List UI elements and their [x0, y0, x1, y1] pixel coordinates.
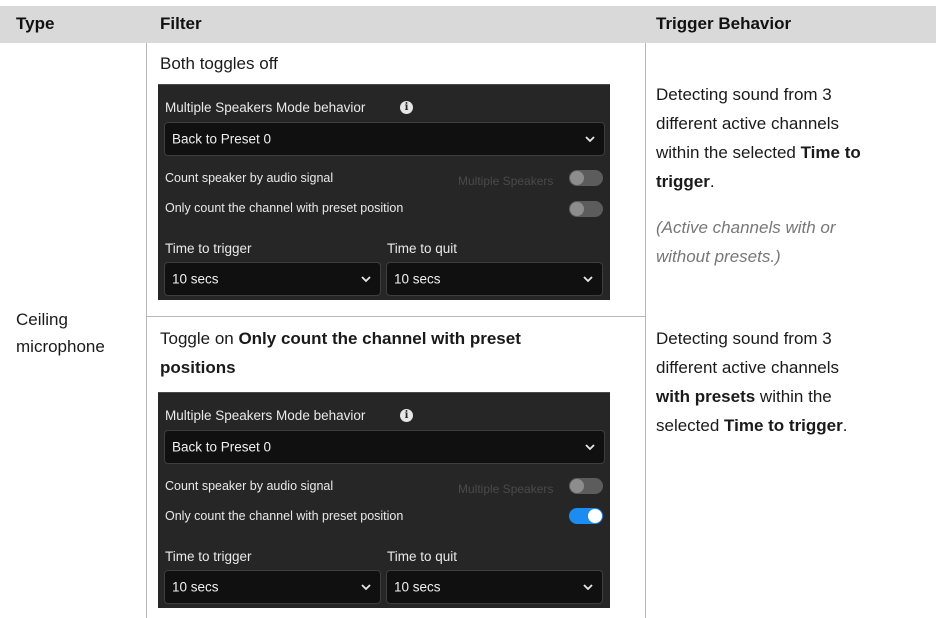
mode-select[interactable]: Back to Preset 0 — [164, 430, 605, 464]
time-to-trigger-label: Time to trigger — [165, 241, 252, 256]
chevron-down-icon — [583, 276, 593, 283]
time-to-trigger-select[interactable]: 10 secs — [164, 262, 381, 296]
info-icon[interactable]: i — [400, 101, 413, 114]
filter-caption: Toggle on Only count the channel with pr… — [160, 324, 521, 382]
trigger-line: selected Time to trigger. — [656, 411, 847, 440]
table-header: Type Filter Trigger Behavior — [0, 6, 936, 43]
caption-bold: positions — [160, 358, 236, 377]
mode-select[interactable]: Back to Preset 0 — [164, 122, 605, 156]
preset-only-label: Only count the channel with preset posit… — [165, 509, 404, 523]
trigger-line: different active channels — [656, 114, 840, 133]
time-to-quit-value: 10 secs — [394, 271, 441, 287]
header-trigger-behavior: Trigger Behavior — [656, 14, 792, 33]
time-to-quit-value: 10 secs — [394, 579, 441, 595]
trigger-behavior-cell: Detecting sound from 3 different active … — [656, 80, 861, 196]
mode-title: Multiple Speakers Mode behavior — [165, 408, 366, 423]
trigger-line: different active channels — [656, 358, 840, 377]
trigger-text: . — [842, 416, 848, 435]
mode-select-value: Back to Preset 0 — [172, 439, 272, 455]
settings-panel: Multiple Speakers Mode behavior i Back t… — [158, 84, 610, 300]
mode-select-value: Back to Preset 0 — [172, 131, 272, 147]
time-to-quit-select[interactable]: 10 secs — [386, 570, 603, 604]
trigger-note: (Active channels with or without presets… — [656, 213, 836, 271]
trigger-text: within the selected — [656, 143, 801, 162]
count-by-audio-toggle[interactable] — [569, 170, 603, 186]
trigger-bold: Time to trigger — [724, 416, 843, 435]
preset-only-label: Only count the channel with preset posit… — [165, 201, 404, 215]
trigger-bold: trigger — [656, 172, 710, 191]
preset-only-toggle[interactable] — [569, 201, 603, 217]
panel-top-border — [158, 392, 610, 393]
header-filter: Filter — [160, 14, 202, 33]
type-line: Ceiling — [16, 310, 68, 329]
trigger-behavior-cell: Detecting sound from 3 different active … — [656, 324, 847, 440]
chevron-down-icon — [585, 136, 595, 143]
type-line: microphone — [16, 337, 105, 356]
caption-line: positions — [160, 353, 521, 382]
time-to-trigger-label: Time to trigger — [165, 549, 252, 564]
chevron-down-icon — [361, 276, 371, 283]
trigger-bold: Time to — [800, 143, 861, 162]
time-to-quit-select[interactable]: 10 secs — [386, 262, 603, 296]
faded-background-text: Multiple Speakers — [458, 174, 554, 188]
time-to-quit-label: Time to quit — [387, 241, 458, 256]
info-icon[interactable]: i — [400, 409, 413, 422]
preset-only-toggle[interactable] — [569, 508, 603, 524]
row-divider — [146, 316, 646, 317]
trigger-line: trigger. — [656, 167, 861, 196]
faded-background-text: Multiple Speakers — [458, 482, 554, 496]
caption-line: Toggle on Only count the channel with pr… — [160, 324, 521, 353]
column-divider — [645, 43, 646, 618]
trigger-line: within the selected Time to — [656, 138, 861, 167]
chevron-down-icon — [361, 584, 371, 591]
settings-panel: Multiple Speakers Mode behavior i Back t… — [158, 392, 610, 608]
time-to-trigger-select[interactable]: 10 secs — [164, 570, 381, 604]
trigger-text: selected — [656, 416, 725, 435]
chevron-down-icon — [585, 444, 595, 451]
type-cell: Ceiling microphone — [16, 306, 105, 360]
note-line: without presets.) — [656, 247, 781, 266]
caption-bold: Only count the channel with preset — [238, 329, 521, 348]
chevron-down-icon — [583, 584, 593, 591]
header-type: Type — [16, 14, 55, 33]
trigger-line: with presets within the — [656, 382, 847, 411]
panel-top-border — [158, 84, 610, 85]
note-line: (Active channels with or — [656, 218, 836, 237]
trigger-line: Detecting sound from 3 — [656, 329, 832, 348]
time-to-trigger-value: 10 secs — [172, 271, 219, 287]
count-by-audio-label: Count speaker by audio signal — [165, 171, 334, 185]
count-by-audio-label: Count speaker by audio signal — [165, 479, 334, 493]
trigger-line: Detecting sound from 3 — [656, 85, 832, 104]
filter-caption: Both toggles off — [160, 54, 278, 73]
caption-text: Toggle on — [160, 329, 239, 348]
trigger-bold: with presets — [656, 387, 756, 406]
mode-title: Multiple Speakers Mode behavior — [165, 100, 366, 115]
column-divider — [146, 43, 147, 618]
time-to-trigger-value: 10 secs — [172, 579, 219, 595]
trigger-text: within the — [755, 387, 832, 406]
time-to-quit-label: Time to quit — [387, 549, 458, 564]
count-by-audio-toggle[interactable] — [569, 478, 603, 494]
trigger-text: . — [709, 172, 715, 191]
